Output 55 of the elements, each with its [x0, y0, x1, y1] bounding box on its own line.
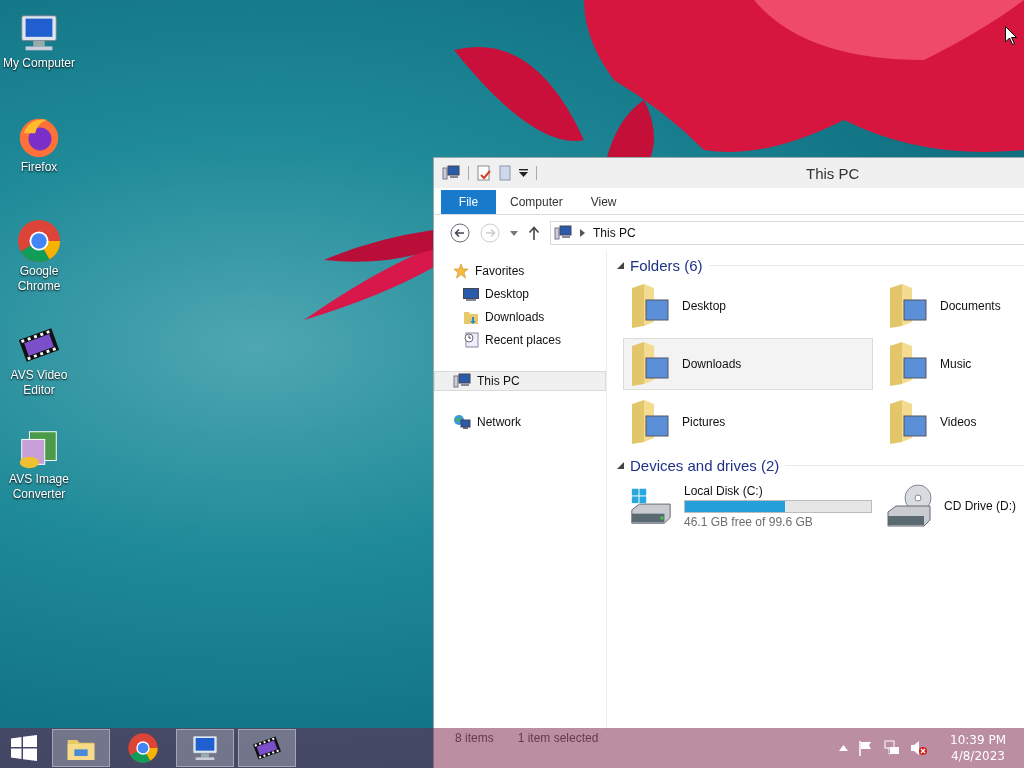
chrome-icon — [127, 732, 159, 764]
computer-icon — [442, 165, 460, 181]
folder-tile[interactable]: Videos — [881, 396, 1024, 448]
back-icon[interactable] — [450, 223, 470, 243]
caret-icon[interactable] — [510, 230, 518, 236]
nav-item[interactable]: Favorites — [442, 261, 606, 281]
nav-item[interactable]: This PC — [434, 371, 606, 391]
nav-item[interactable]: Recent places — [442, 330, 606, 350]
taskbar-button[interactable] — [238, 729, 296, 767]
desktop-icon-label[interactable]: AVS Image Converter — [0, 472, 78, 502]
folder-tile[interactable]: Downloads — [623, 338, 873, 390]
speaker-muted-icon[interactable] — [910, 740, 928, 756]
folder-tile[interactable]: CD Drive (D:) — [881, 480, 1024, 532]
window-title: This PC — [806, 164, 860, 182]
folder-tile[interactable]: Desktop — [623, 280, 873, 332]
taskbar-button[interactable] — [176, 729, 234, 767]
cd-drive-icon — [886, 484, 934, 528]
ribbon-tab[interactable]: View — [576, 190, 631, 214]
address-bar[interactable]: This PC — [550, 221, 1024, 245]
nav-item[interactable]: Downloads — [442, 307, 606, 327]
clock-document-icon — [463, 332, 479, 348]
folder-tile[interactable]: Music — [881, 338, 1024, 390]
status-text: 8 items — [455, 731, 494, 747]
desktop-icon-label[interactable]: Firefox — [20, 160, 58, 175]
hard-drive-icon — [628, 486, 674, 526]
network-icon[interactable] — [884, 740, 900, 756]
desktop-icon-label[interactable]: My Computer — [3, 56, 75, 71]
folder-tile[interactable]: Local Disk (C:) 46.1 GB free of 99.6 GB — [623, 480, 873, 532]
collapse-icon[interactable] — [617, 261, 624, 269]
star-icon — [453, 263, 469, 279]
flag-icon[interactable] — [858, 740, 874, 756]
dropdown-icon[interactable] — [519, 169, 528, 177]
windows-logo-icon — [11, 735, 37, 761]
desktop-icon-label[interactable]: Google Chrome — [0, 264, 78, 294]
status-text: 1 item selected — [517, 731, 599, 747]
document-check-icon[interactable] — [477, 165, 491, 181]
folder-tile[interactable]: Pictures — [623, 396, 873, 448]
nav-item[interactable]: Desktop — [442, 284, 606, 304]
nav-item[interactable]: Network — [442, 412, 606, 432]
mouse-pointer-icon — [1005, 26, 1017, 45]
globe-monitor-icon — [453, 414, 471, 430]
folder-tile[interactable]: Documents — [881, 280, 1024, 332]
collapse-icon[interactable] — [617, 461, 624, 469]
chevron-up-icon[interactable] — [839, 745, 848, 751]
ribbon-tab[interactable]: File — [441, 190, 496, 214]
computer-icon — [453, 373, 471, 389]
section-heading[interactable]: Folders (6) — [630, 256, 703, 274]
chrome-icon — [16, 218, 62, 264]
desktop-icon-label[interactable]: AVS Video Editor — [0, 368, 78, 398]
section-heading[interactable]: Devices and drives (2) — [630, 456, 780, 474]
monitor-icon — [463, 287, 479, 301]
ribbon-tab[interactable]: Computer — [496, 190, 577, 214]
chevron-icon — [580, 229, 585, 237]
computer-icon — [554, 225, 572, 241]
up-arrow-icon[interactable] — [528, 226, 540, 240]
